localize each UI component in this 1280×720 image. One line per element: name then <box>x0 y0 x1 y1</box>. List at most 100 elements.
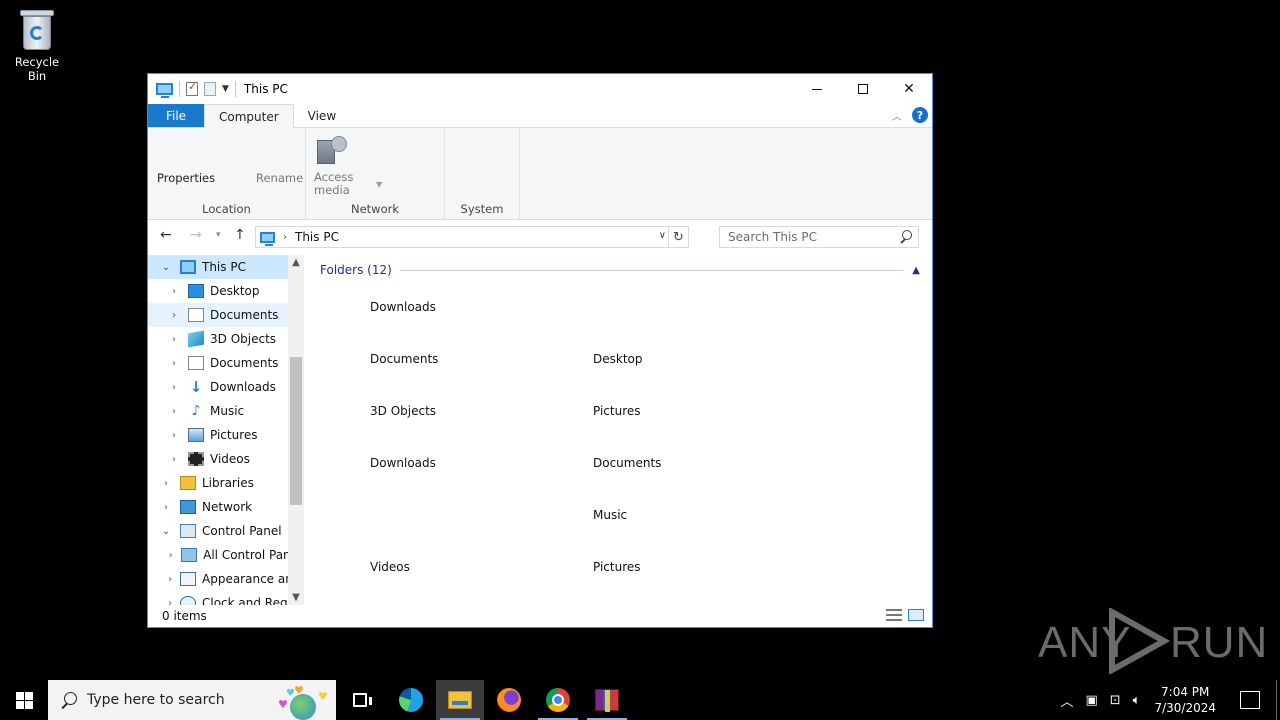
recent-locations-chevron-icon[interactable]: ▾ <box>216 230 221 240</box>
volume-icon[interactable]: 🔈︎ <box>1133 693 1141 708</box>
folder-item[interactable]: Downloads <box>370 300 436 314</box>
nav-item-videos[interactable]: › Videos <box>148 447 288 471</box>
refresh-icon[interactable]: ↻ <box>668 227 688 247</box>
new-folder-quick-icon[interactable] <box>204 82 216 96</box>
folder-item[interactable]: Documents <box>370 352 438 366</box>
up-arrow-icon[interactable]: ↑ <box>234 227 246 243</box>
chevron-right-icon[interactable]: › <box>168 334 180 345</box>
chevron-right-icon[interactable]: › <box>168 310 180 321</box>
nav-item-control-panel[interactable]: ⌄ Control Panel <box>148 519 288 543</box>
folder-item[interactable]: Pictures <box>593 404 641 418</box>
recycle-bin-shortcut[interactable]: Recycle Bin <box>4 8 70 83</box>
chevron-down-icon[interactable]: ▼ <box>376 180 382 189</box>
chevron-right-icon[interactable]: › <box>160 502 172 513</box>
folder-item[interactable]: 3D Objects <box>370 404 436 418</box>
start-button[interactable] <box>0 680 48 720</box>
minimize-icon <box>812 88 822 90</box>
taskbar-search-placeholder: Type here to search <box>87 692 225 708</box>
nav-item-this-pc[interactable]: ⌄ This PC <box>148 255 288 279</box>
chevron-right-icon[interactable]: › <box>168 358 180 369</box>
nav-item-desktop[interactable]: › Desktop <box>148 279 288 303</box>
chevron-right-icon[interactable]: › <box>168 574 172 585</box>
tab-computer[interactable]: Computer <box>204 104 294 128</box>
minimize-button[interactable] <box>794 74 840 104</box>
network-icon <box>180 500 196 514</box>
chevron-right-icon[interactable]: › <box>168 598 172 606</box>
scroll-up-icon[interactable]: ▲ <box>288 257 304 268</box>
folder-item[interactable]: Videos <box>370 560 410 574</box>
folders-group-header[interactable]: Folders (12) ▲ <box>320 263 920 277</box>
nav-item-music[interactable]: › ♪ Music <box>148 399 288 423</box>
properties-button[interactable]: Properties <box>157 171 215 185</box>
show-hidden-icons-chevron-icon[interactable]: ︿ <box>1060 691 1073 710</box>
large-icons-view-icon[interactable] <box>908 609 924 621</box>
maximize-button[interactable] <box>840 74 886 104</box>
file-explorer-taskbar-button[interactable] <box>436 680 484 720</box>
rename-button[interactable]: Rename <box>256 171 303 185</box>
chevron-right-icon[interactable]: › <box>168 406 180 417</box>
search-input[interactable]: Search This PC <box>719 226 919 248</box>
meet-now-icon[interactable]: ▣ <box>1085 693 1097 708</box>
winrar-taskbar-button[interactable] <box>583 680 631 720</box>
edge-taskbar-button[interactable] <box>387 680 435 720</box>
properties-quick-icon[interactable] <box>186 80 198 96</box>
chevron-right-icon[interactable]: › <box>283 232 287 243</box>
chevron-down-icon[interactable]: ⌄ <box>160 526 172 537</box>
nav-item-network[interactable]: › Network <box>148 495 288 519</box>
nav-item-libraries[interactable]: › Libraries <box>148 471 288 495</box>
chevron-right-icon[interactable]: › <box>168 286 180 297</box>
show-desktop-button[interactable] <box>1276 680 1280 720</box>
folder-item[interactable]: Pictures <box>593 560 641 574</box>
scrollbar-thumb[interactable] <box>290 357 302 505</box>
winrar-icon <box>595 689 619 712</box>
details-view-icon[interactable] <box>886 609 902 621</box>
collapse-group-icon[interactable]: ▲ <box>912 265 920 276</box>
search-placeholder: Search This PC <box>728 230 817 244</box>
network-status-icon[interactable]: ⊡ <box>1110 693 1121 708</box>
collapse-ribbon-icon[interactable]: ︿ <box>892 108 902 123</box>
nav-item-downloads[interactable]: › ↓ Downloads <box>148 375 288 399</box>
notification-center-icon[interactable] <box>1240 691 1260 709</box>
tab-view[interactable]: View <box>294 104 350 127</box>
nav-item-appearance[interactable]: › Appearance an <box>148 567 288 591</box>
taskbar-search-box[interactable]: Type here to search ♥ ♥ ♥ ♥ <box>48 680 336 720</box>
network-group: Access media ▼ Network <box>306 128 445 219</box>
network-group-label: Network <box>350 202 400 216</box>
firefox-taskbar-button[interactable] <box>485 680 533 720</box>
scroll-down-icon[interactable]: ▼ <box>288 592 304 603</box>
close-button[interactable]: ✕ <box>886 74 932 104</box>
chevron-right-icon[interactable]: › <box>168 550 173 561</box>
help-icon[interactable]: ? <box>912 107 928 123</box>
address-dropdown-icon[interactable]: ∨ <box>659 230 666 241</box>
forward-arrow-icon[interactable]: → <box>190 227 202 243</box>
back-arrow-icon[interactable]: ← <box>160 227 172 243</box>
chevron-down-icon[interactable]: ⌄ <box>160 262 172 273</box>
chevron-right-icon[interactable]: › <box>168 382 180 393</box>
tab-file[interactable]: File <box>148 104 204 127</box>
file-explorer-window: ▼ This PC ✕ File Computer View ︿ ? Prope… <box>147 73 933 628</box>
nav-item-documents[interactable]: › Documents <box>148 351 288 375</box>
folder-item[interactable]: Music <box>593 508 627 522</box>
nav-item-pictures[interactable]: › Pictures <box>148 423 288 447</box>
chevron-right-icon[interactable]: › <box>168 430 180 441</box>
access-media-button[interactable]: Access media <box>314 171 353 197</box>
nav-item-3d-objects[interactable]: › 3D Objects <box>148 327 288 351</box>
nav-pane-scrollbar[interactable]: ▲ ▼ <box>288 255 304 605</box>
breadcrumb[interactable]: This PC <box>295 230 339 244</box>
location-group-label: Location <box>202 202 251 216</box>
folder-item[interactable]: Downloads <box>370 456 436 470</box>
taskbar-clock[interactable]: 7:04 PM 7/30/2024 <box>1154 684 1216 716</box>
chrome-taskbar-button[interactable] <box>534 680 582 720</box>
nav-item-clock-region[interactable]: › Clock and Regi <box>148 591 288 605</box>
folder-item[interactable]: Documents <box>593 456 661 470</box>
nav-item-documents[interactable]: › Documents <box>148 303 288 327</box>
address-bar[interactable]: › This PC ∨ ↻ <box>255 226 689 248</box>
maximize-icon <box>858 84 868 94</box>
task-view-button[interactable] <box>336 680 384 720</box>
customize-toolbar-dropdown-icon[interactable]: ▼ <box>222 84 229 94</box>
chevron-right-icon[interactable]: › <box>168 454 180 465</box>
documents-folder-icon <box>188 308 204 322</box>
folder-item[interactable]: Desktop <box>593 352 643 366</box>
nav-item-all-control-panel[interactable]: › All Control Par <box>148 543 288 567</box>
chevron-right-icon[interactable]: › <box>160 478 172 489</box>
